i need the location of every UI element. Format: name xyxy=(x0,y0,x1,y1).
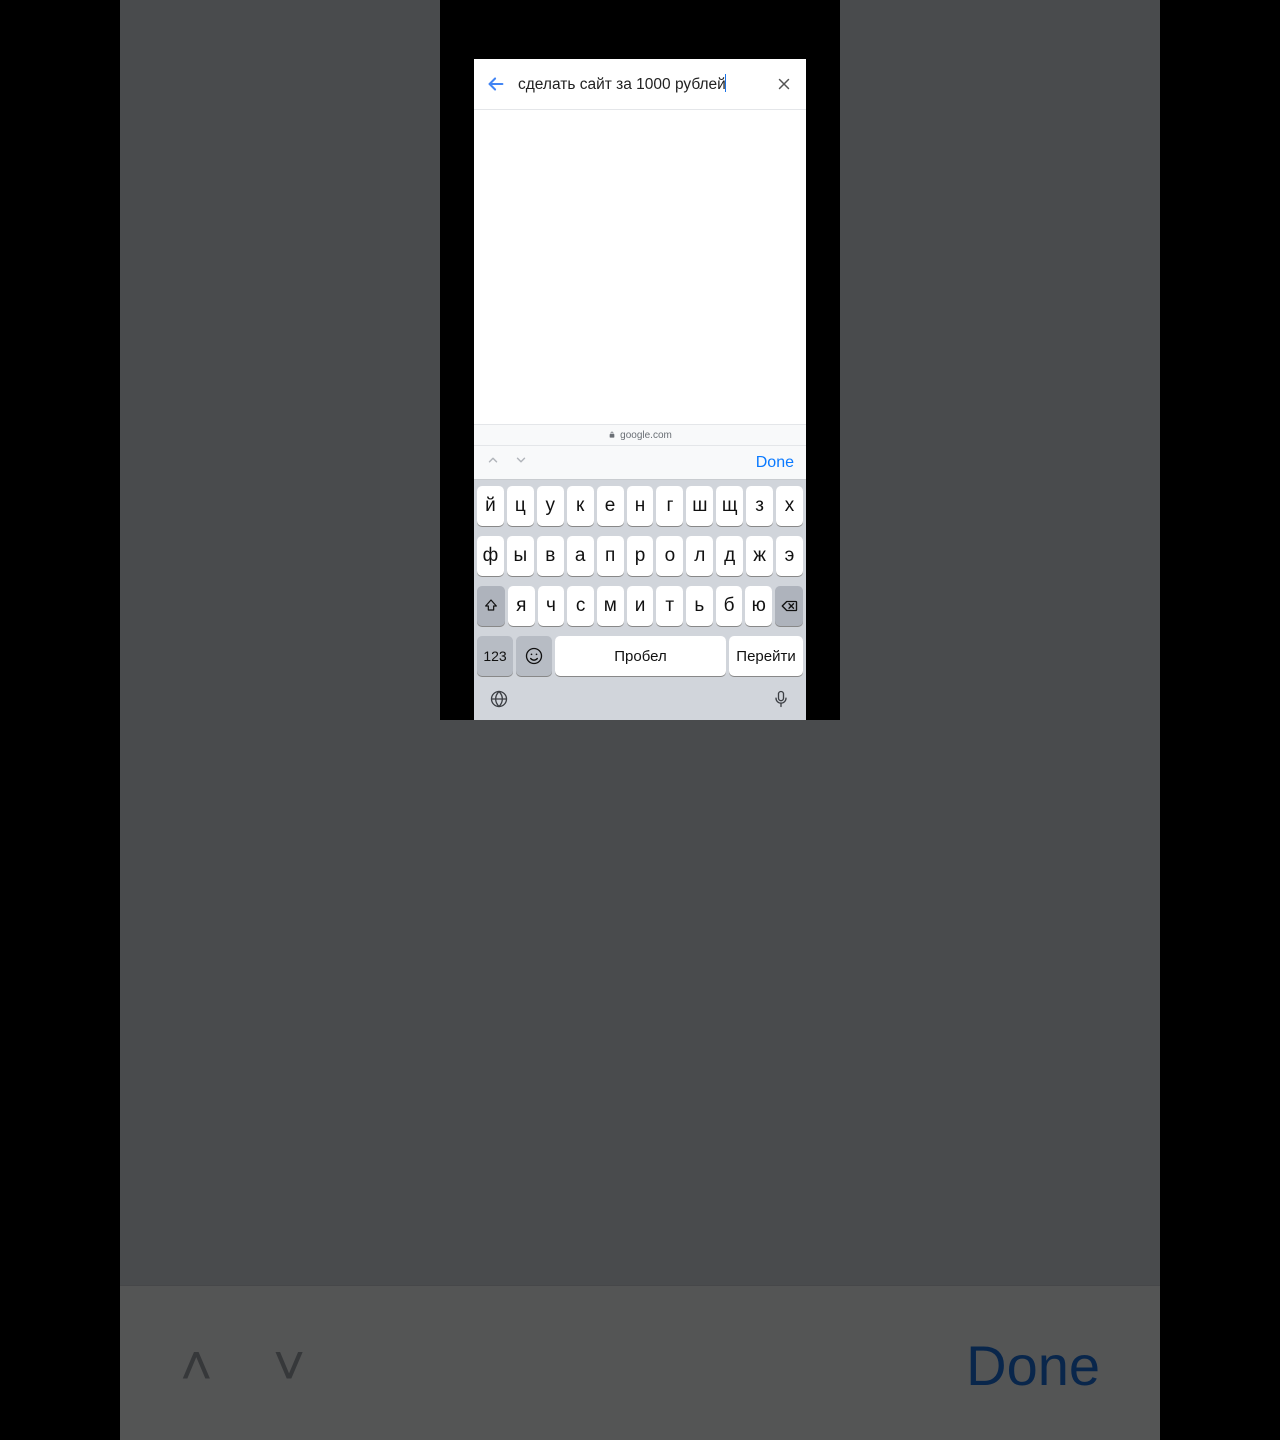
emoji-key[interactable] xyxy=(516,636,552,676)
dictation-key[interactable] xyxy=(771,689,791,714)
key-р[interactable]: р xyxy=(627,536,654,576)
omnibox-footer[interactable]: google.com xyxy=(474,424,806,446)
key-л[interactable]: л xyxy=(686,536,713,576)
search-input[interactable]: сделать сайт за 1000 рублей xyxy=(518,74,762,94)
globe-key[interactable] xyxy=(489,689,509,714)
lock-icon xyxy=(608,431,616,439)
key-щ[interactable]: щ xyxy=(716,486,743,526)
key-м[interactable]: м xyxy=(597,586,624,626)
search-query-text: сделать сайт за 1000 рублей xyxy=(518,76,726,93)
arrow-left-icon xyxy=(485,73,507,95)
key-п[interactable]: п xyxy=(597,536,624,576)
keyboard-row-1: йцукенгшщзх xyxy=(477,486,803,526)
key-ц[interactable]: ц xyxy=(507,486,534,526)
key-ш[interactable]: ш xyxy=(686,486,713,526)
key-б[interactable]: б xyxy=(716,586,743,626)
emoji-icon xyxy=(524,646,544,666)
bg-chevron-up-icon: ˄ xyxy=(180,1333,213,1398)
key-ю[interactable]: ю xyxy=(745,586,772,626)
search-bar: сделать сайт за 1000 рублей xyxy=(474,59,806,110)
phone-frame: сделать сайт за 1000 рублей google.com D… xyxy=(474,0,806,720)
key-ь[interactable]: ь xyxy=(686,586,713,626)
globe-icon xyxy=(489,689,509,709)
key-с[interactable]: с xyxy=(567,586,594,626)
shift-key[interactable] xyxy=(477,586,505,626)
bg-done-label: Done xyxy=(966,1333,1100,1398)
key-е[interactable]: е xyxy=(597,486,624,526)
key-я[interactable]: я xyxy=(508,586,535,626)
go-key[interactable]: Перейти xyxy=(729,636,803,676)
mic-icon xyxy=(771,689,791,709)
keyboard-row-4: 123 Пробел Перейти xyxy=(477,636,803,676)
suggestions-area xyxy=(474,110,806,424)
key-ч[interactable]: ч xyxy=(538,586,565,626)
key-ы[interactable]: ы xyxy=(507,536,534,576)
back-button[interactable] xyxy=(484,73,508,95)
key-г[interactable]: г xyxy=(656,486,683,526)
key-т[interactable]: т xyxy=(656,586,683,626)
keyboard-accessory-bar: Done xyxy=(474,446,806,480)
black-pillar-inner-left xyxy=(440,0,475,720)
keyboard: йцукенгшщзх фывапролджэ ячсмитьбю 123 Пр… xyxy=(474,480,806,720)
prev-field-button[interactable] xyxy=(486,453,500,472)
text-cursor xyxy=(725,74,727,92)
key-х[interactable]: х xyxy=(776,486,803,526)
clear-button[interactable] xyxy=(772,75,796,93)
key-а[interactable]: а xyxy=(567,536,594,576)
key-з[interactable]: з xyxy=(746,486,773,526)
done-button[interactable]: Done xyxy=(756,454,794,472)
phone-screen: сделать сайт за 1000 рублей google.com D… xyxy=(474,59,806,720)
next-field-button[interactable] xyxy=(514,453,528,472)
key-о[interactable]: о xyxy=(656,536,683,576)
keyboard-bottom-row xyxy=(477,686,803,716)
bg-chevron-down-icon: ˅ xyxy=(273,1333,306,1398)
chevron-up-icon xyxy=(486,453,500,467)
key-у[interactable]: у xyxy=(537,486,564,526)
key-в[interactable]: в xyxy=(537,536,564,576)
shift-icon xyxy=(483,598,499,614)
backspace-key[interactable] xyxy=(775,586,803,626)
close-icon xyxy=(775,75,793,93)
backspace-icon xyxy=(780,597,798,615)
chevron-down-icon xyxy=(514,453,528,467)
key-э[interactable]: э xyxy=(776,536,803,576)
keyboard-row-2: фывапролджэ xyxy=(477,536,803,576)
space-key[interactable]: Пробел xyxy=(555,636,726,676)
key-д[interactable]: д xyxy=(716,536,743,576)
key-й[interactable]: й xyxy=(477,486,504,526)
key-ф[interactable]: ф xyxy=(477,536,504,576)
keyboard-row-3: ячсмитьбю xyxy=(477,586,803,626)
key-и[interactable]: и xyxy=(627,586,654,626)
numbers-key[interactable]: 123 xyxy=(477,636,513,676)
omnibox-host: google.com xyxy=(620,430,672,441)
key-н[interactable]: н xyxy=(627,486,654,526)
key-ж[interactable]: ж xyxy=(746,536,773,576)
black-pillar-inner-right xyxy=(805,0,840,720)
key-к[interactable]: к xyxy=(567,486,594,526)
